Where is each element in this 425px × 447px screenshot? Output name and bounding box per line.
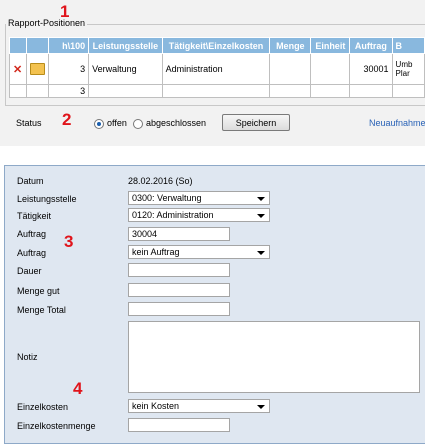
cell-menge (269, 53, 312, 85)
chevron-down-icon (257, 197, 265, 201)
auftrag-label: Auftrag (17, 229, 47, 239)
notiz-label: Notiz (17, 352, 38, 362)
positions-legend: Rapport-Positionen (6, 18, 88, 28)
marker-4: 4 (73, 379, 83, 398)
chevron-down-icon (257, 214, 265, 218)
leistungsstelle-select[interactable]: 0300: Verwaltung (128, 191, 270, 205)
cell-leistungsstelle: Verwaltung (88, 53, 163, 85)
menge-total-input[interactable] (128, 302, 230, 316)
open-cell[interactable] (26, 53, 50, 85)
delete-cell[interactable]: ✕ (8, 53, 28, 85)
einzelkosten-select[interactable]: kein Kosten (128, 399, 270, 413)
auftrag-selected: kein Auftrag (132, 247, 180, 257)
notiz-textarea[interactable] (128, 321, 420, 393)
total-empty-cell (310, 84, 351, 98)
status-radio-abgeschlossen[interactable] (133, 119, 143, 129)
cell-b: Umb Plar (391, 53, 425, 85)
total-empty-cell (269, 84, 312, 98)
total-empty-cell (349, 84, 393, 98)
auftrag-select[interactable]: kein Auftrag (128, 245, 270, 259)
marker-2: 2 (62, 110, 72, 129)
einzelkostenmenge-input[interactable] (128, 418, 230, 432)
total-empty-cell (88, 84, 163, 98)
menge-gut-label: Menge gut (17, 286, 60, 296)
total-empty-cell (161, 84, 271, 98)
table-header-row: h\100 Leistungsstelle Tätigkeit\Einzelko… (8, 37, 425, 54)
status-option-abgeschlossen[interactable]: abgeschlossen (146, 118, 206, 128)
col-header-leistungsstelle[interactable]: Leistungsstelle (88, 37, 163, 54)
col-header-einheit[interactable]: Einheit (310, 37, 351, 54)
dauer-input[interactable] (128, 263, 230, 277)
positions-table: h\100 Leistungsstelle Tätigkeit\Einzelko… (8, 37, 425, 98)
total-empty-cell (391, 84, 425, 98)
chevron-down-icon (257, 405, 265, 409)
auftrag2-label: Auftrag (17, 248, 47, 258)
status-label: Status (16, 118, 42, 128)
table-row[interactable]: ✕ 3 Verwaltung Administration 30001 Umb … (8, 53, 425, 85)
cell-auftrag: 30001 (349, 53, 393, 85)
table-total-row: 3 (8, 84, 425, 98)
col-header-hours[interactable]: h\100 (48, 37, 90, 54)
col-header-auftrag[interactable]: Auftrag (349, 37, 393, 54)
marker-3: 3 (64, 232, 74, 251)
total-empty-cell (8, 84, 28, 98)
auftrag-input[interactable]: 30004 (128, 227, 230, 241)
datum-label: Datum (17, 176, 44, 186)
new-entry-link[interactable]: Neuaufnahme (369, 118, 425, 128)
taetigkeit-label: Tätigkeit (17, 211, 52, 221)
dauer-label: Dauer (17, 266, 42, 276)
taetigkeit-selected: 0120: Administration (132, 210, 214, 220)
cell-hours: 3 (48, 53, 90, 85)
leistungsstelle-selected: 0300: Verwaltung (132, 193, 202, 203)
leistungsstelle-label: Leistungsstelle (17, 194, 77, 204)
col-header-delete (8, 37, 28, 54)
chevron-down-icon (257, 251, 265, 255)
total-empty-cell (26, 84, 50, 98)
col-header-taetigkeit[interactable]: Tätigkeit\Einzelkosten (161, 37, 271, 54)
einzelkosten-label: Einzelkosten (17, 402, 69, 412)
save-button[interactable]: Speichern (222, 114, 290, 131)
status-radio-offen[interactable] (94, 119, 104, 129)
total-hours: 3 (48, 84, 90, 98)
taetigkeit-select[interactable]: 0120: Administration (128, 208, 270, 222)
menge-total-label: Menge Total (17, 305, 66, 315)
status-option-offen[interactable]: offen (107, 118, 127, 128)
delete-x-icon[interactable]: ✕ (13, 64, 22, 76)
col-header-menge[interactable]: Menge (269, 37, 312, 54)
menge-gut-input[interactable] (128, 283, 230, 297)
einzelkostenmenge-label: Einzelkostenmenge (17, 421, 96, 431)
datum-value: 28.02.2016 (So) (128, 176, 193, 186)
cell-taetigkeit: Administration (161, 53, 271, 85)
folder-open-icon[interactable] (30, 63, 46, 75)
einzelkosten-selected: kein Kosten (132, 401, 180, 411)
col-header-open (26, 37, 50, 54)
cell-einheit (310, 53, 351, 85)
col-header-b[interactable]: B (391, 37, 425, 54)
